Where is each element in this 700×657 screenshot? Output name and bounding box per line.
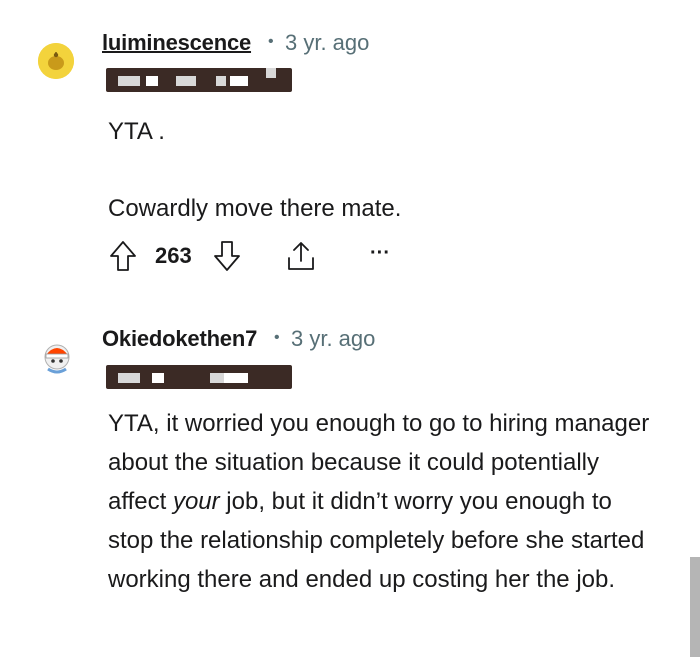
comment-timestamp[interactable]: 3 yr. ago [291, 326, 375, 352]
user-flair [106, 68, 292, 92]
comment-body: YTA . Cowardly move there mate. [108, 112, 668, 228]
downvote-button[interactable] [212, 239, 242, 273]
upvote-icon [110, 241, 136, 271]
comment-paragraph: YTA, it worried you enough to go to hiri… [108, 404, 653, 599]
emphasis-text: your [172, 488, 220, 515]
comment-username[interactable]: Okiedokethen7 [102, 326, 257, 352]
comment: luiminescence • 3 yr. ago YTA . Cowardly… [0, 0, 700, 300]
share-icon [288, 242, 314, 270]
scrollbar[interactable] [690, 557, 700, 657]
upvote-button[interactable] [108, 239, 138, 273]
separator-dot: • [274, 329, 280, 346]
user-flair [106, 365, 292, 389]
comment-username[interactable]: luiminescence [102, 30, 251, 56]
snoo-avatar-icon [44, 344, 70, 374]
comment-paragraph: Cowardly move there mate. [108, 195, 402, 222]
downvote-icon [214, 241, 240, 271]
more-options-button[interactable]: ··· [370, 242, 390, 265]
comment: Okiedokethen7 • 3 yr. ago YTA, it worrie… [0, 300, 700, 657]
comment-body: YTA, it worried you enough to go to hiri… [108, 404, 653, 599]
share-button[interactable] [284, 239, 318, 273]
separator-dot: • [268, 33, 274, 50]
comment-timestamp[interactable]: 3 yr. ago [285, 30, 369, 56]
user-avatar[interactable] [40, 339, 76, 375]
user-avatar[interactable] [38, 43, 74, 79]
comment-actions: 263 ··· [108, 236, 428, 276]
vote-count: 263 [155, 243, 192, 268]
snoo-avatar-icon [38, 43, 74, 79]
comment-paragraph: YTA . [108, 118, 165, 145]
